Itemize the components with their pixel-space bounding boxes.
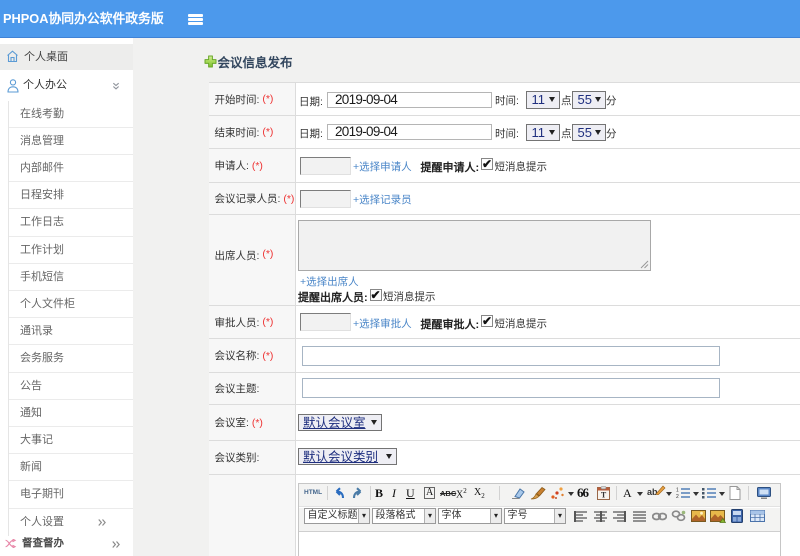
svg-text:T: T <box>601 491 607 500</box>
svg-text:2: 2 <box>676 494 679 499</box>
svg-text:1: 1 <box>676 488 679 494</box>
